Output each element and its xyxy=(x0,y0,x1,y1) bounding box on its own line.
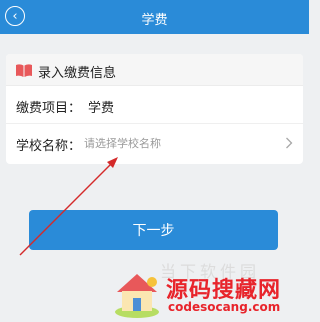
page-title: 学费 xyxy=(141,13,168,28)
payment-info-card: 录入缴费信息 缴费项目： 学费 学校名称： xyxy=(6,54,303,164)
next-step-button[interactable]: 下一步 xyxy=(29,210,278,250)
watermark: 当下软件园 源码搜藏网 codesocang.com xyxy=(108,258,309,322)
school-name-input[interactable] xyxy=(84,132,274,154)
chevron-right-icon[interactable] xyxy=(285,137,293,149)
school-name-label: 学校名称： xyxy=(16,139,82,154)
section-header: 录入缴费信息 xyxy=(6,54,303,86)
top-nav-bar: ‹ 学费 xyxy=(0,0,309,34)
book-icon xyxy=(16,64,32,77)
watermark-url: codesocang.com xyxy=(168,300,281,314)
section-title: 录入缴费信息 xyxy=(38,66,117,81)
payment-item-row: 缴费项目： 学费 xyxy=(6,86,303,124)
payment-item-value: 学费 xyxy=(88,101,115,116)
house-logo-icon xyxy=(115,274,159,318)
school-name-row[interactable]: 学校名称： xyxy=(6,124,303,162)
payment-item-label: 缴费项目： xyxy=(16,101,82,116)
